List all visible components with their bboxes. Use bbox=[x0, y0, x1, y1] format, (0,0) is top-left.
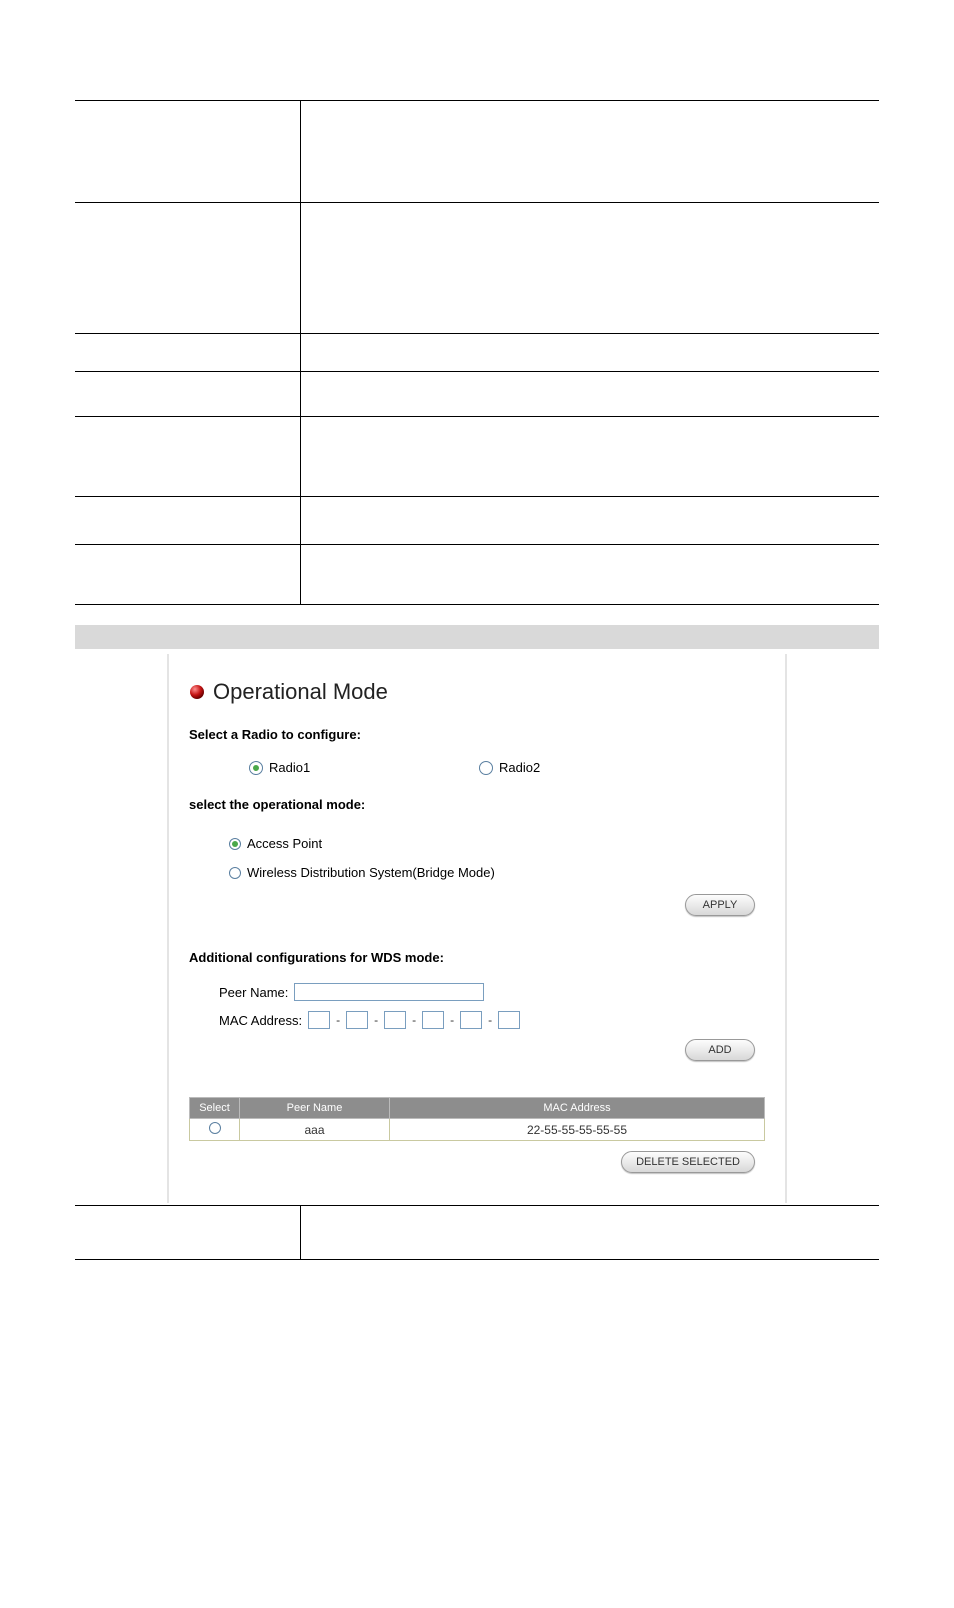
peer-table: Select Peer Name MAC Address aaa 22-55-5… bbox=[189, 1097, 765, 1141]
peer-table-header-peer: Peer Name bbox=[240, 1098, 390, 1119]
peer-table-header-select: Select bbox=[190, 1098, 240, 1119]
select-mode-heading: select the operational mode: bbox=[189, 797, 765, 812]
mac-sep: - bbox=[374, 1013, 378, 1027]
apply-button[interactable]: APPLY bbox=[685, 894, 755, 916]
peer-row-name: aaa bbox=[240, 1119, 390, 1141]
mac-sep: - bbox=[412, 1013, 416, 1027]
radio1-radio-icon bbox=[249, 761, 263, 775]
peer-row-mac: 22-55-55-55-55-55 bbox=[390, 1119, 765, 1141]
mac-sep: - bbox=[336, 1013, 340, 1027]
operational-mode-panel: Operational Mode Select a Radio to confi… bbox=[167, 654, 787, 1203]
mac-sep: - bbox=[450, 1013, 454, 1027]
radio-select-row: Radio1 Radio2 bbox=[189, 760, 765, 775]
upper-table bbox=[75, 100, 879, 605]
radio1-label: Radio1 bbox=[269, 760, 310, 775]
panel-title-text: Operational Mode bbox=[213, 679, 388, 705]
radio2-option[interactable]: Radio2 bbox=[479, 760, 540, 775]
mac-octet-1-input[interactable] bbox=[308, 1011, 330, 1029]
red-dot-icon bbox=[189, 684, 205, 700]
radio2-radio-icon bbox=[479, 761, 493, 775]
lower-table bbox=[75, 1205, 879, 1260]
grey-separator-bar bbox=[75, 625, 879, 649]
mac-sep: - bbox=[488, 1013, 492, 1027]
add-button[interactable]: ADD bbox=[685, 1039, 755, 1061]
peer-name-label: Peer Name: bbox=[219, 985, 288, 1000]
mac-octet-2-input[interactable] bbox=[346, 1011, 368, 1029]
peer-table-header-mac: MAC Address bbox=[390, 1098, 765, 1119]
mode-ap-label: Access Point bbox=[247, 836, 322, 851]
mode-wds-radio-icon bbox=[229, 867, 241, 879]
peer-name-input[interactable] bbox=[294, 983, 484, 1001]
mac-octet-6-input[interactable] bbox=[498, 1011, 520, 1029]
mac-octet-4-input[interactable] bbox=[422, 1011, 444, 1029]
mode-wds[interactable]: Wireless Distribution System(Bridge Mode… bbox=[229, 865, 765, 880]
select-radio-heading: Select a Radio to configure: bbox=[189, 727, 765, 742]
panel-title: Operational Mode bbox=[189, 679, 765, 705]
mac-octet-3-input[interactable] bbox=[384, 1011, 406, 1029]
wds-config-heading: Additional configurations for WDS mode: bbox=[189, 950, 765, 965]
mode-wds-label: Wireless Distribution System(Bridge Mode… bbox=[247, 865, 495, 880]
mac-octet-5-input[interactable] bbox=[460, 1011, 482, 1029]
table-row: aaa 22-55-55-55-55-55 bbox=[190, 1119, 765, 1141]
radio2-label: Radio2 bbox=[499, 760, 540, 775]
wds-form: Peer Name: MAC Address: - - - - - bbox=[189, 983, 765, 1029]
mode-access-point[interactable]: Access Point bbox=[229, 836, 765, 851]
peer-row-select-radio[interactable] bbox=[209, 1122, 221, 1134]
mode-ap-radio-icon bbox=[229, 838, 241, 850]
radio1-option[interactable]: Radio1 bbox=[249, 760, 479, 775]
operational-mode-options: Access Point Wireless Distribution Syste… bbox=[189, 836, 765, 880]
delete-selected-button[interactable]: DELETE SELECTED bbox=[621, 1151, 755, 1173]
peer-name-row: Peer Name: bbox=[219, 983, 765, 1001]
mac-address-row: MAC Address: - - - - - bbox=[219, 1011, 765, 1029]
mac-address-label: MAC Address: bbox=[219, 1013, 302, 1028]
